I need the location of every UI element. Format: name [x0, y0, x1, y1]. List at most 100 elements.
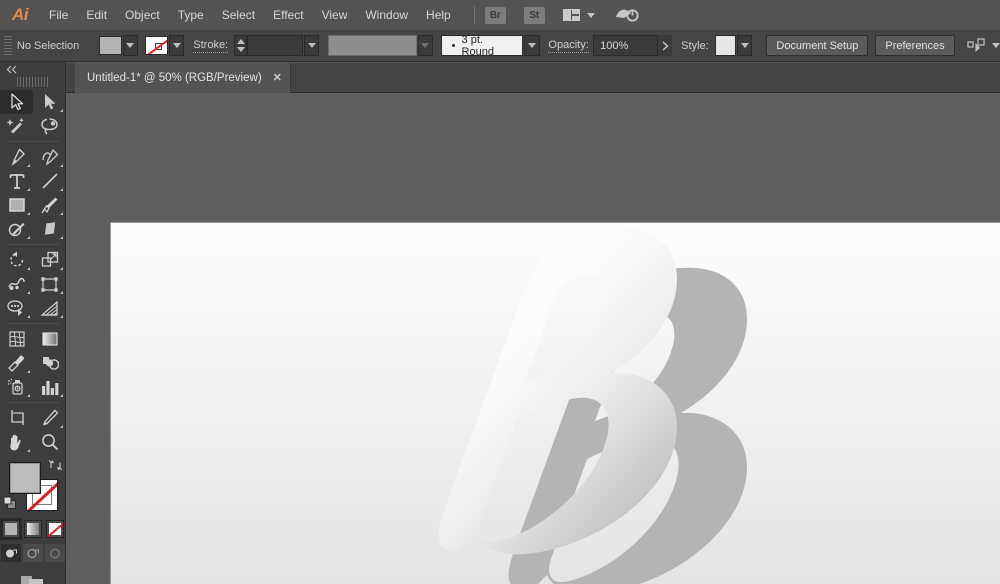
- drag-grip-icon[interactable]: [4, 35, 12, 56]
- eraser-tool[interactable]: [33, 217, 66, 241]
- column-graph-tool[interactable]: [33, 375, 66, 399]
- swap-fill-stroke-icon: [48, 460, 63, 471]
- artboard[interactable]: [110, 222, 1000, 584]
- slice-tool[interactable]: [33, 406, 66, 430]
- menu-file[interactable]: File: [40, 0, 77, 30]
- opacity-label[interactable]: Opacity:: [548, 39, 589, 53]
- mesh-tool[interactable]: [0, 327, 33, 351]
- document-tab[interactable]: Untitled-1* @ 50% (RGB/Preview) ✕: [75, 63, 291, 93]
- brush-definition-dropdown[interactable]: [524, 35, 540, 56]
- lasso-tool[interactable]: [33, 114, 66, 138]
- rectangle-tool[interactable]: [0, 193, 33, 217]
- graphic-style-swatch[interactable]: [714, 35, 737, 56]
- shaper-tool[interactable]: [0, 217, 33, 241]
- menu-view[interactable]: View: [313, 0, 357, 30]
- direct-selection-tool[interactable]: [33, 90, 66, 114]
- draw-normal-button[interactable]: [0, 544, 21, 562]
- none-mode-button[interactable]: [45, 520, 64, 538]
- perspective-grid-icon: [40, 300, 58, 316]
- menu-type[interactable]: Type: [169, 0, 213, 30]
- bar-chart-icon: [42, 380, 59, 395]
- stroke-weight-label[interactable]: Stroke:: [193, 39, 229, 53]
- width-tool[interactable]: [0, 272, 33, 296]
- document-setup-button[interactable]: Document Setup: [766, 35, 869, 56]
- creative-cloud-button[interactable]: [615, 6, 639, 24]
- shape-builder-tool[interactable]: [0, 296, 33, 320]
- draw-normal-icon: [5, 549, 17, 557]
- magic-wand-tool[interactable]: [0, 114, 33, 138]
- draw-behind-button[interactable]: [22, 544, 43, 562]
- mesh-icon: [8, 331, 25, 347]
- shape-builder-icon: [7, 300, 23, 316]
- color-mode-button[interactable]: [0, 518, 22, 540]
- close-icon[interactable]: ✕: [273, 72, 282, 84]
- symbol-sprayer-tool[interactable]: [0, 375, 33, 399]
- selection-tool[interactable]: [0, 90, 33, 114]
- gradient-mode-button[interactable]: [23, 520, 42, 538]
- menu-effect[interactable]: Effect: [264, 0, 312, 30]
- tool-flyout-indicator-icon: [27, 236, 30, 239]
- menu-edit[interactable]: Edit: [77, 0, 116, 30]
- pen-tool[interactable]: [0, 145, 33, 169]
- chevron-down-icon: [421, 43, 430, 48]
- default-fill-stroke-button[interactable]: [3, 496, 17, 510]
- menu-help[interactable]: Help: [417, 0, 460, 30]
- magnifier-icon: [41, 434, 58, 451]
- bridge-button[interactable]: Br: [484, 6, 506, 24]
- fill-color-dropdown[interactable]: [122, 35, 139, 56]
- tool-flyout-indicator-icon: [60, 109, 63, 112]
- opacity-flyout-button[interactable]: [658, 35, 673, 56]
- type-tool[interactable]: [0, 169, 33, 193]
- hand-tool[interactable]: [0, 430, 33, 454]
- preferences-button[interactable]: Preferences: [875, 35, 955, 56]
- canvas-area[interactable]: [66, 93, 1000, 584]
- artboard-crop-icon: [11, 410, 24, 425]
- fill-color-swatch[interactable]: [98, 36, 122, 55]
- stroke-weight-stepper[interactable]: [234, 35, 247, 56]
- scale-squares-icon: [41, 251, 58, 267]
- menu-select[interactable]: Select: [213, 0, 264, 30]
- menu-window[interactable]: Window: [356, 0, 417, 30]
- paint-mode-buttons: [0, 518, 65, 540]
- perspective-grid-tool[interactable]: [33, 296, 66, 320]
- stroke-weight-input[interactable]: [246, 35, 304, 56]
- draw-behind-icon: [26, 548, 39, 558]
- draw-inside-icon: [49, 548, 60, 558]
- zoom-tool[interactable]: [33, 430, 66, 454]
- change-screen-mode-button[interactable]: [0, 571, 65, 584]
- free-transform-tool[interactable]: [33, 272, 66, 296]
- line-segment-tool[interactable]: [33, 169, 66, 193]
- chevron-down-icon: [527, 43, 536, 48]
- tool-flyout-indicator-icon: [27, 394, 30, 397]
- paintbrush-tool[interactable]: [33, 193, 66, 217]
- rotate-tool[interactable]: [0, 248, 33, 272]
- letter-b-artwork[interactable]: [111, 223, 1000, 584]
- artboard-tool[interactable]: [0, 406, 33, 430]
- stroke-weight-dropdown[interactable]: [304, 35, 320, 56]
- stroke-color-swatch[interactable]: [145, 36, 169, 55]
- fill-color-indicator[interactable]: [9, 462, 41, 494]
- tool-flyout-indicator-icon: [60, 425, 63, 428]
- opacity-input[interactable]: 100%: [593, 35, 659, 56]
- graphic-style-dropdown[interactable]: [737, 35, 753, 56]
- brush-dot-icon: [451, 44, 455, 47]
- collapse-panel-button[interactable]: [0, 62, 65, 77]
- curvature-tool[interactable]: [33, 145, 66, 169]
- draw-inside-button[interactable]: [44, 544, 65, 562]
- gradient-tool[interactable]: [33, 327, 66, 351]
- stroke-color-dropdown[interactable]: [169, 35, 185, 56]
- drag-grip-icon[interactable]: [16, 77, 49, 87]
- swap-fill-stroke-button[interactable]: [48, 459, 63, 472]
- align-objects-control[interactable]: [967, 37, 1000, 54]
- menu-object[interactable]: Object: [116, 0, 169, 30]
- stepper-up-icon: [236, 39, 245, 45]
- workspace-switcher[interactable]: [562, 9, 595, 21]
- rectangle-icon: [8, 198, 25, 212]
- eyedropper-tool[interactable]: [0, 351, 33, 375]
- tool-flyout-indicator-icon: [27, 370, 30, 373]
- scale-tool[interactable]: [33, 248, 66, 272]
- stock-button[interactable]: St: [523, 6, 545, 24]
- eyedropper-icon: [7, 355, 24, 372]
- brush-definition-field[interactable]: 3 pt. Round: [440, 34, 524, 58]
- blend-tool[interactable]: [33, 351, 66, 375]
